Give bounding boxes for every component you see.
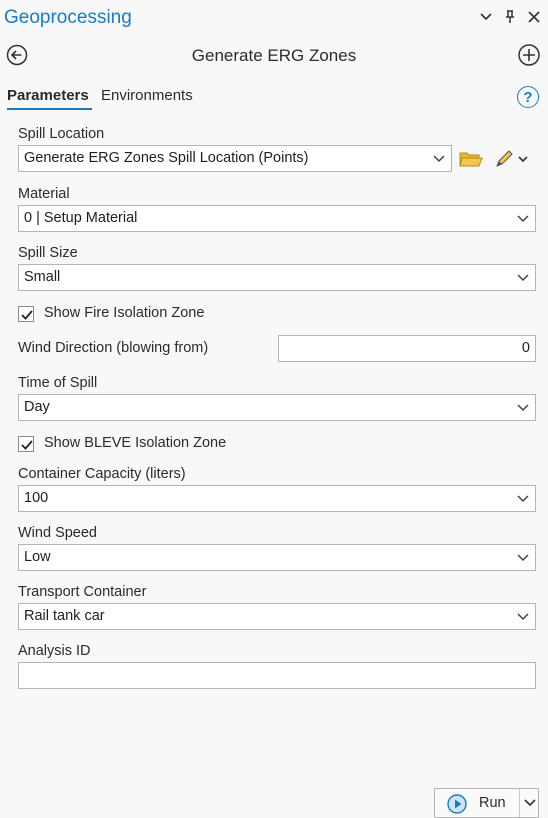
panel-titlebar: Geoprocessing [0, 0, 548, 36]
spill-location-value: Generate ERG Zones Spill Location (Point… [24, 150, 309, 166]
container-capacity-value: 100 [24, 490, 49, 506]
run-button-group: Run [434, 788, 539, 818]
chevron-down-icon [517, 495, 529, 503]
analysis-id-input[interactable] [18, 662, 536, 689]
spill-location-dropdown[interactable]: Generate ERG Zones Spill Location (Point… [18, 145, 452, 172]
tab-parameters-label: Parameters [7, 87, 89, 104]
material-label: Material [18, 186, 70, 202]
container-capacity-dropdown[interactable]: 100 [18, 485, 536, 512]
spill-location-label: Spill Location [18, 126, 105, 142]
time-of-spill-dropdown[interactable]: Day [18, 394, 536, 421]
tab-environments-label: Environments [101, 87, 193, 104]
container-capacity-label: Container Capacity (liters) [18, 466, 186, 482]
chevron-down-icon [517, 404, 529, 412]
time-of-spill-label: Time of Spill [18, 375, 98, 391]
play-icon [447, 794, 467, 814]
wind-speed-dropdown[interactable]: Low [18, 544, 536, 571]
run-options-dropdown[interactable] [520, 789, 538, 817]
wind-speed-label: Wind Speed [18, 525, 97, 541]
show-fire-isolation-zone-label: Show Fire Isolation Zone [44, 305, 205, 321]
run-label: Run [479, 795, 506, 811]
edit-features-icon[interactable] [494, 149, 530, 169]
tool-title: Generate ERG Zones [191, 46, 357, 65]
chevron-down-icon[interactable] [478, 9, 494, 25]
chevron-down-icon [517, 554, 529, 562]
chevron-down-icon [524, 799, 536, 807]
tab-environments[interactable]: Environments [101, 87, 193, 104]
analysis-id-label: Analysis ID [18, 643, 91, 659]
tab-bar: Parameters Environments ? [0, 84, 548, 112]
active-tab-indicator [7, 108, 92, 110]
chevron-down-icon [517, 215, 529, 223]
tool-header: Generate ERG Zones [0, 36, 548, 76]
panel-controls [478, 9, 542, 25]
time-of-spill-value: Day [24, 399, 50, 415]
show-fire-isolation-zone-checkbox[interactable] [18, 306, 34, 322]
pin-icon[interactable] [502, 9, 518, 25]
transport-container-dropdown[interactable]: Rail tank car [18, 603, 536, 630]
chevron-down-icon [433, 155, 445, 163]
spill-size-label: Spill Size [18, 245, 78, 261]
checkmark-icon [21, 440, 33, 450]
spill-size-value: Small [24, 269, 61, 285]
material-dropdown[interactable]: 0 | Setup Material [18, 205, 536, 232]
folder-icon[interactable] [459, 149, 483, 169]
close-icon[interactable] [526, 9, 542, 25]
show-bleve-isolation-zone-checkbox[interactable] [18, 436, 34, 452]
show-bleve-isolation-zone-label: Show BLEVE Isolation Zone [44, 435, 227, 451]
add-circle-icon[interactable] [517, 43, 541, 67]
tab-parameters[interactable]: Parameters [7, 87, 92, 110]
wind-direction-label: Wind Direction (blowing from) [18, 340, 209, 356]
spill-size-dropdown[interactable]: Small [18, 264, 536, 291]
help-icon[interactable]: ? [517, 86, 539, 108]
chevron-down-icon [517, 274, 529, 282]
panel-title: Geoprocessing [4, 7, 132, 28]
wind-direction-input[interactable]: 0 [278, 335, 536, 362]
wind-speed-value: Low [24, 549, 51, 565]
wind-direction-value: 0 [521, 340, 530, 356]
transport-container-label: Transport Container [18, 584, 147, 600]
chevron-down-icon [517, 613, 529, 621]
transport-container-value: Rail tank car [24, 608, 105, 624]
run-button[interactable]: Run [435, 789, 519, 817]
checkmark-icon [21, 310, 33, 320]
material-value: 0 | Setup Material [24, 210, 138, 226]
